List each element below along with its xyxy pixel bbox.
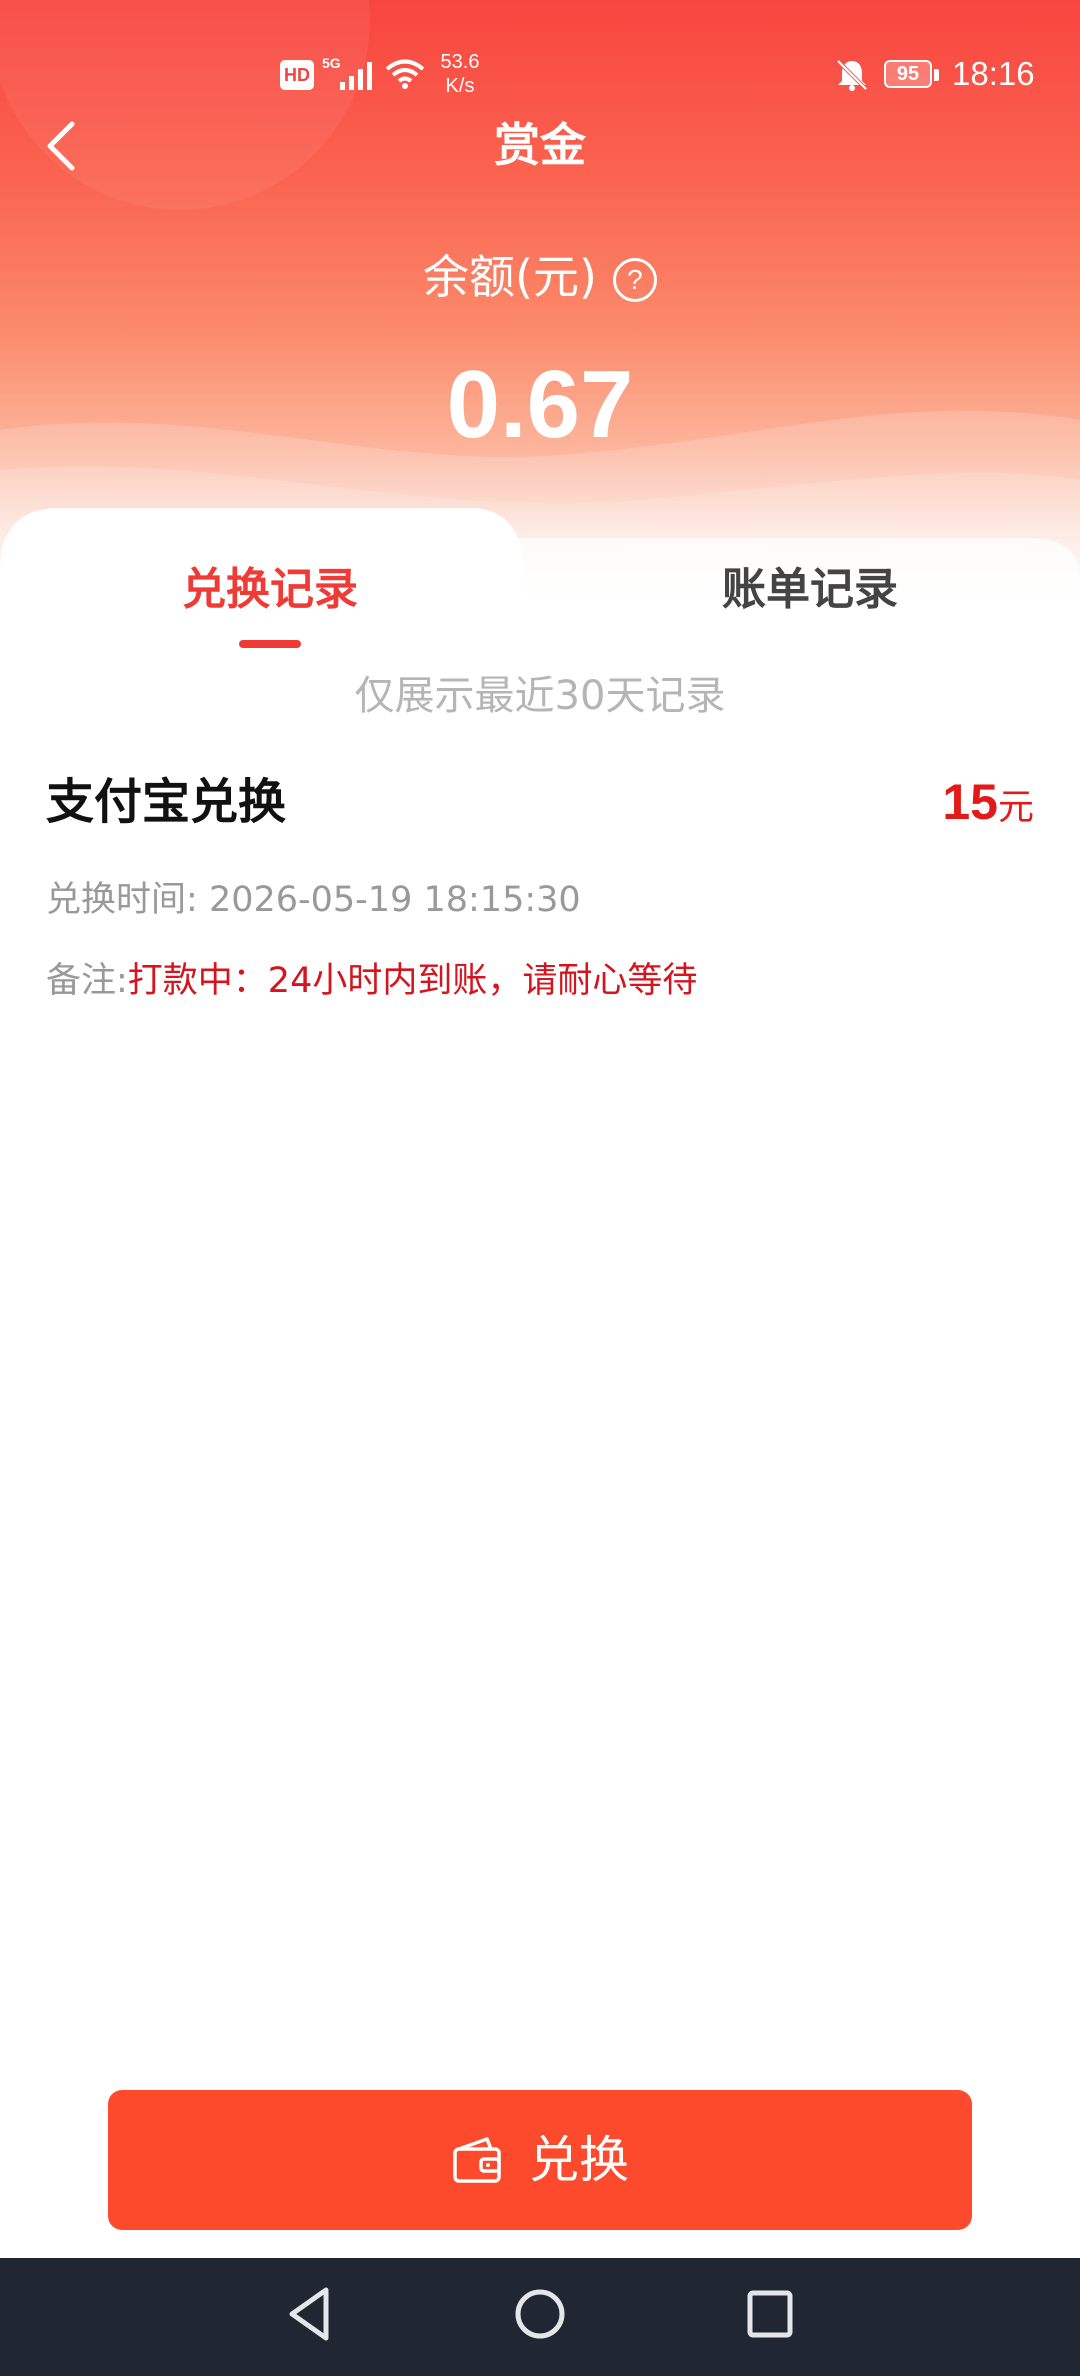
hd-badge: HD <box>280 60 314 90</box>
active-tab-indicator <box>239 640 301 648</box>
network-speed: 53.6 K/s <box>430 50 490 98</box>
system-nav-bar <box>0 2258 1080 2376</box>
battery-tip <box>934 69 939 81</box>
status-bar: HD 5G 53.6 K/s 95 18:16 <box>0 40 1080 110</box>
wallet-icon <box>453 2137 501 2183</box>
record-note: 备注:打款中：24小时内到账，请耐心等待 <box>46 956 697 1006</box>
tab-bill-records[interactable]: 账单记录 <box>630 550 990 630</box>
battery-icon: 95 <box>884 60 932 88</box>
speed-unit: K/s <box>445 75 475 97</box>
status-time: 18:16 <box>952 55 1035 92</box>
exchange-button[interactable]: 兑换 <box>108 2090 972 2230</box>
network-type: 5G <box>322 55 341 71</box>
signal-icon <box>340 62 372 90</box>
balance-value: 0.67 <box>446 351 634 458</box>
page-title: 赏金 <box>494 118 586 172</box>
balance-label: 余额(元) <box>423 250 597 304</box>
record-title: 支付宝兑换 <box>46 774 287 830</box>
record-note-value: 打款中：24小时内到账，请耐心等待 <box>127 961 698 1001</box>
nav-recent-icon[interactable] <box>745 2282 795 2346</box>
record-time-value: 2026-05-19 18:15:30 <box>208 880 581 920</box>
records-notice: 仅展示最近30天记录 <box>354 673 726 719</box>
record-time-label: 兑换时间: <box>46 880 198 920</box>
exchange-button-label: 兑换 <box>529 2131 629 2189</box>
help-icon[interactable]: ? <box>612 258 657 302</box>
record-amount-unit: 元 <box>997 787 1034 828</box>
record-amount-value: 15 <box>942 774 998 830</box>
wifi-icon <box>385 59 425 89</box>
speed-value: 53.6 <box>440 51 480 73</box>
record-amount: 15元 <box>942 770 1034 834</box>
balance-label-row: 余额(元)? <box>0 247 1080 307</box>
back-button[interactable] <box>38 110 86 182</box>
list-item: 支付宝兑换 15元 兑换时间: 2026-05-19 18:15:30 备注:打… <box>0 760 1080 1040</box>
tab-exchange-records[interactable]: 兑换记录 <box>90 550 450 630</box>
record-time: 兑换时间: 2026-05-19 18:15:30 <box>46 875 581 925</box>
nav-home-icon[interactable] <box>513 2282 567 2346</box>
bell-muted-icon <box>836 59 868 91</box>
record-note-label: 备注: <box>46 961 128 1001</box>
nav-back-icon[interactable] <box>280 2282 340 2346</box>
